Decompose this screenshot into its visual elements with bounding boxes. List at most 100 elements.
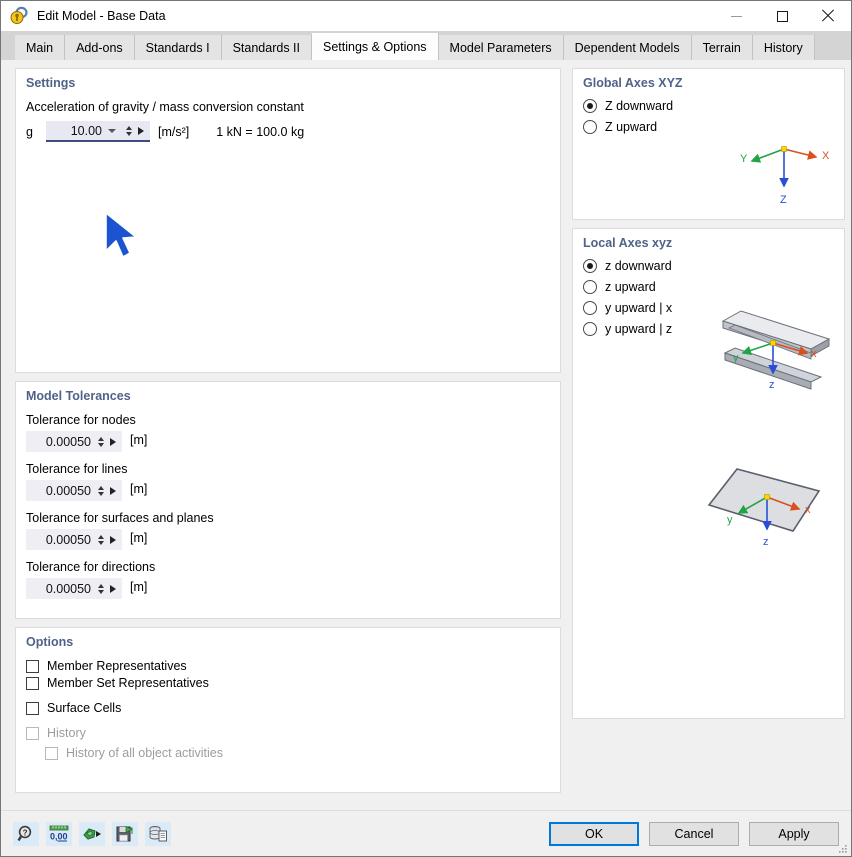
axis-label-z: z: [763, 536, 769, 548]
axis-label-x: x: [805, 504, 811, 516]
tolerance-directions-value: 0.00050: [45, 581, 91, 596]
apply-button[interactable]: Apply: [749, 821, 839, 846]
settings-panel-title: Settings: [26, 76, 76, 90]
checkbox-surface-cells[interactable]: Surface Cells: [26, 701, 550, 715]
title-bar: Edit Model - Base Data: [1, 1, 851, 31]
radio-label: Z downward: [605, 99, 674, 113]
axis-label-y: y: [727, 514, 733, 526]
radio-global-z-downward[interactable]: Z downward: [583, 99, 834, 113]
spinner-up-icon[interactable]: [97, 436, 104, 441]
checkbox-label: Member Set Representatives: [47, 676, 209, 690]
spinner-control[interactable]: [95, 485, 106, 496]
axis-label-x: x: [811, 348, 817, 360]
svg-text:?: ?: [23, 828, 28, 837]
global-axes-graphic: X Y Z: [740, 146, 830, 206]
expand-arrow-icon[interactable]: [110, 437, 116, 446]
save-defaults-icon[interactable]: [112, 821, 138, 846]
axis-label-z: z: [769, 379, 775, 391]
minimize-icon: [730, 15, 742, 17]
radio-local-z-downward[interactable]: z downward: [583, 259, 834, 273]
close-button[interactable]: [805, 1, 851, 31]
checkbox-label: History of all object activities: [66, 746, 224, 760]
tab-standards-ii[interactable]: Standards II: [221, 35, 312, 60]
spinner-control[interactable]: [95, 436, 106, 447]
gravity-input[interactable]: 10.00: [46, 121, 150, 142]
radio-label: Z upward: [605, 120, 658, 134]
tab-main[interactable]: Main: [15, 35, 66, 60]
spinner-up-icon[interactable]: [97, 485, 104, 490]
ok-button[interactable]: OK: [549, 821, 639, 846]
expand-arrow-icon[interactable]: [110, 486, 116, 495]
radio-icon: [583, 322, 597, 336]
tolerance-directions-input[interactable]: 0.00050: [26, 578, 122, 599]
copy-from-model-icon[interactable]: [145, 821, 171, 846]
dialog-buttons: OK Cancel Apply: [549, 821, 839, 846]
radio-label: z upward: [605, 280, 656, 294]
gravity-caption: Acceleration of gravity / mass conversio…: [26, 100, 304, 114]
minimize-button[interactable]: [713, 1, 759, 31]
options-panel-title: Options: [26, 635, 74, 649]
edit-model-dialog: Edit Model - Base Data Main Add-ons Stan…: [0, 0, 852, 857]
spinner-down-icon[interactable]: [97, 589, 104, 594]
tab-settings-options[interactable]: Settings & Options: [312, 33, 439, 60]
gravity-row: g 10.00 [m/s²] 1 kN = 100.0 kg: [26, 121, 550, 142]
radio-icon: [583, 259, 597, 273]
tab-model-parameters[interactable]: Model Parameters: [438, 35, 564, 60]
spinner-up-icon[interactable]: [125, 125, 132, 130]
tab-standards-i[interactable]: Standards I: [134, 35, 222, 60]
axis-label-y: Y: [740, 153, 748, 165]
spinner-down-icon[interactable]: [97, 491, 104, 496]
spinner-up-icon[interactable]: [97, 583, 104, 588]
spinner-control[interactable]: [95, 583, 106, 594]
radio-icon: [583, 280, 597, 294]
tolerance-lines-input[interactable]: 0.00050: [26, 480, 122, 501]
checkbox-member-set-representatives[interactable]: Member Set Representatives: [26, 676, 550, 690]
dialog-content: Settings Acceleration of gravity / mass …: [1, 60, 851, 810]
options-panel: Options Member Representatives Member Se…: [15, 627, 561, 793]
svg-text:00: 00: [58, 831, 68, 841]
spinner-control[interactable]: [95, 534, 106, 545]
chevron-down-icon[interactable]: [108, 128, 116, 133]
footer-toolbar: ? 0, 00: [13, 821, 171, 846]
spinner-down-icon[interactable]: [97, 540, 104, 545]
checkbox-member-representatives[interactable]: Member Representatives: [26, 659, 550, 673]
units-convert-icon[interactable]: [79, 821, 105, 846]
spinner-control[interactable]: [123, 125, 134, 136]
expand-arrow-icon[interactable]: [110, 584, 116, 593]
number-format-icon[interactable]: 0, 00: [46, 821, 72, 846]
help-search-icon[interactable]: ?: [13, 821, 39, 846]
tolerance-directions-label: Tolerance for directions: [26, 560, 156, 574]
radio-label: y upward | x: [605, 301, 673, 315]
expand-arrow-icon[interactable]: [138, 126, 144, 135]
member-beam-graphic: x y z: [721, 310, 831, 391]
maximize-button[interactable]: [759, 1, 805, 31]
spinner-up-icon[interactable]: [97, 534, 104, 539]
checkbox-history: History: [26, 726, 550, 740]
radio-label: z downward: [605, 259, 672, 273]
tab-history[interactable]: History: [752, 35, 815, 60]
tab-strip: Main Add-ons Standards I Standards II Se…: [1, 31, 851, 60]
tolerance-lines-value: 0.00050: [45, 483, 91, 498]
radio-label: y upward | z: [605, 322, 673, 336]
tab-terrain[interactable]: Terrain: [691, 35, 753, 60]
resize-grip[interactable]: [838, 844, 848, 854]
window-controls: [713, 1, 851, 31]
tolerance-nodes-input[interactable]: 0.00050: [26, 431, 122, 452]
spinner-down-icon[interactable]: [97, 442, 104, 447]
tolerance-nodes-label: Tolerance for nodes: [26, 413, 136, 427]
tolerances-panel-title: Model Tolerances: [26, 389, 131, 403]
expand-arrow-icon[interactable]: [110, 535, 116, 544]
tolerance-surfaces-input[interactable]: 0.00050: [26, 529, 122, 550]
tolerance-surfaces-label: Tolerance for surfaces and planes: [26, 511, 214, 525]
tolerance-surfaces-row: 0.00050 [m]: [26, 525, 550, 550]
tolerance-directions-unit: [m]: [130, 579, 148, 594]
app-lock-icon: [9, 6, 29, 26]
tab-add-ons[interactable]: Add-ons: [65, 35, 135, 60]
surface-plane-graphic: x y z: [707, 468, 821, 548]
tolerance-directions-row: 0.00050 [m]: [26, 574, 550, 599]
tab-dependent-models[interactable]: Dependent Models: [563, 35, 692, 60]
cancel-button[interactable]: Cancel: [649, 821, 739, 846]
gravity-symbol: g: [26, 124, 33, 139]
spinner-down-icon[interactable]: [125, 131, 132, 136]
checkbox-label: Member Representatives: [47, 659, 187, 673]
